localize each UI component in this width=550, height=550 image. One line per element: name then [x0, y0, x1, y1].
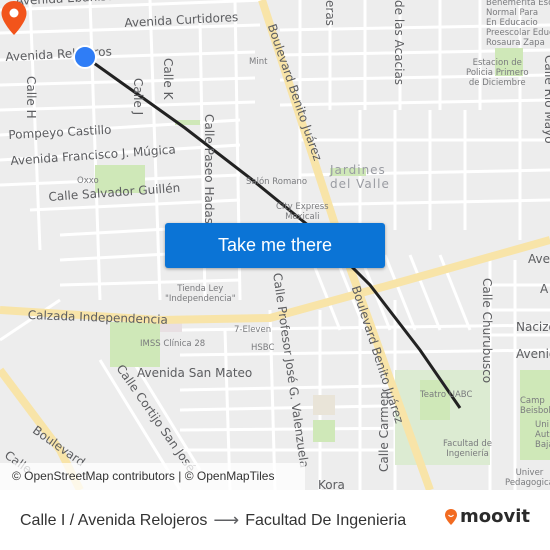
- poi-label: Teatro UABC: [420, 390, 473, 400]
- brand-name: moovit: [460, 506, 530, 527]
- street-label: Calle K: [161, 58, 175, 100]
- street-label: Avenid: [516, 347, 550, 361]
- footer: Calle I / Avenida Relojeros ⟶ Facultad D…: [0, 490, 550, 550]
- street-label: A: [540, 282, 549, 296]
- poi-label: 7-Eleven: [234, 325, 272, 335]
- street-label: Calle H: [24, 76, 38, 119]
- map-attribution[interactable]: © OpenStreetMap contributors | © OpenMap…: [0, 463, 305, 490]
- route-summary: Calle I / Avenida Relojeros ⟶ Facultad D…: [20, 510, 406, 531]
- moovit-pin-icon: [445, 508, 457, 525]
- street-label: Nacizo: [516, 320, 550, 334]
- street-label: Calle J: [131, 78, 145, 116]
- poi-label: Uni Aut Baja: [535, 420, 550, 450]
- street-label: eras: [323, 0, 337, 26]
- take-me-there-button[interactable]: Take me there: [165, 223, 385, 268]
- moovit-logo: moovit: [444, 506, 530, 527]
- street-label: Ave: [528, 252, 550, 266]
- origin-name: Calle I / Avenida Relojeros: [20, 511, 208, 529]
- poi-label: Salón Romano: [246, 177, 308, 187]
- street-label: Calle Carmen: [377, 391, 391, 472]
- street-label: Calle Churubusco: [480, 278, 494, 384]
- poi-label: Camp Beisbol: [520, 396, 550, 416]
- poi-label: HSBC: [251, 343, 275, 353]
- street-label: de las Acacias: [392, 0, 406, 86]
- street-label: Kora: [318, 478, 345, 490]
- street-label: Calle Río Mayo: [542, 55, 550, 144]
- poi-label: Tienda Ley "Independencia": [165, 284, 236, 304]
- neighborhood-label: Jardines del Valle: [330, 163, 390, 191]
- poi-label: Mint: [249, 57, 268, 67]
- poi-label: Oxxo: [77, 176, 99, 186]
- street-label: Avenida San Mateo: [137, 366, 253, 380]
- origin-marker[interactable]: [73, 45, 97, 69]
- poi-label: Estacion de Policia Primero de Diciembre: [466, 58, 529, 88]
- poi-label: IMSS Clínica 28: [140, 339, 206, 349]
- map-view[interactable]: Avenida Ebanistas Avenida Curtidores Ave…: [0, 0, 550, 490]
- poi-label: Facultad de Ingeniería: [443, 439, 493, 459]
- street-label: Calle Paseo Hadas: [202, 114, 216, 225]
- arrow-right-icon: ⟶: [213, 510, 240, 530]
- destination-name: Facultad De Ingenieria: [245, 511, 407, 529]
- poi-label: Univer Pedagogica: [505, 468, 550, 488]
- destination-pin-icon[interactable]: [0, 0, 28, 36]
- poi-label: City Express Mexicali: [276, 202, 329, 222]
- poi-label: Benemerita Esc Normal Para En Educacio P…: [486, 0, 550, 48]
